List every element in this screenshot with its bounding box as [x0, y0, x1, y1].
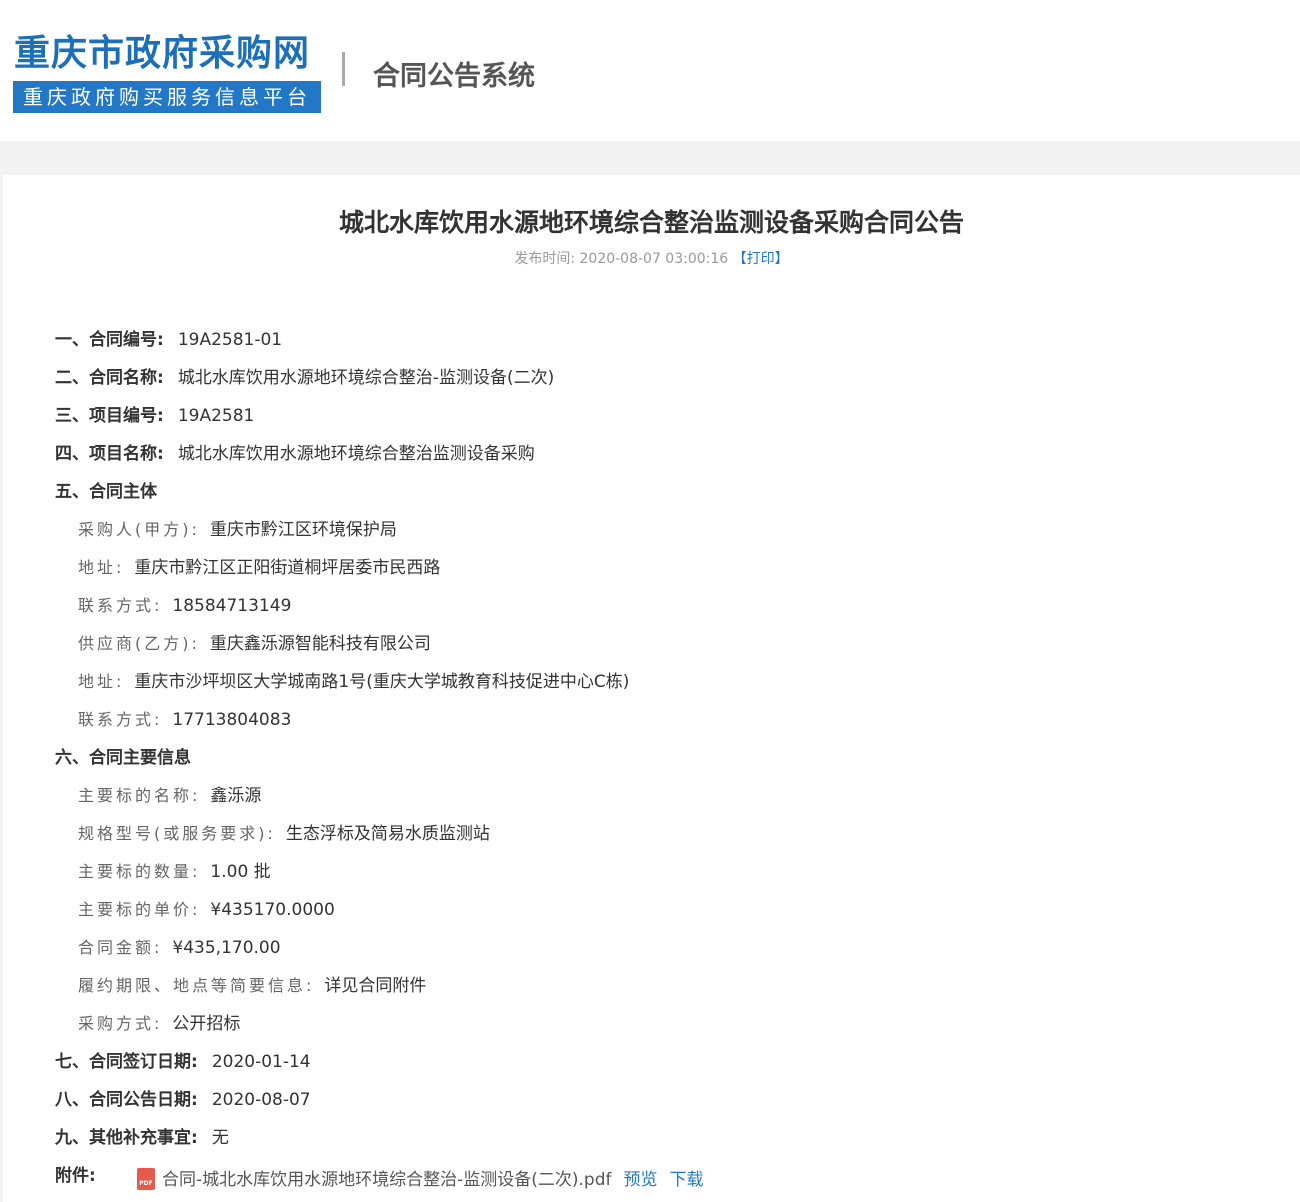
- field-buyer: 采购人(甲方): 重庆市黔江区环境保护局: [78, 518, 397, 542]
- field-value: 公开招标: [172, 1014, 241, 1034]
- field-supplier-address: 地址: 重庆市沙坪坝区大学城南路1号(重庆大学城教育科技促进中心C栋): [78, 670, 629, 694]
- publish-meta: 发布时间: 2020-08-07 03:00:16 【打印】: [3, 248, 1300, 268]
- field-label: 供应商(乙方):: [78, 634, 200, 653]
- field-value: 2020-01-14: [211, 1052, 311, 1072]
- field-buyer-contact: 联系方式: 18584713149: [78, 594, 291, 618]
- site-logo-subtitle: 重庆政府购买服务信息平台: [13, 81, 321, 113]
- field-contract-no: 一、合同编号: 19A2581-01: [55, 328, 282, 352]
- field-unit-price: 主要标的单价: ¥435170.0000: [78, 898, 335, 922]
- field-value: ¥435,170.00: [172, 938, 281, 958]
- field-value: 17713804083: [172, 710, 292, 730]
- publish-label: 发布时间:: [514, 251, 576, 267]
- field-value: 重庆市沙坪坝区大学城南路1号(重庆大学城教育科技促进中心C栋): [134, 672, 630, 692]
- field-value: 重庆鑫泺源智能科技有限公司: [209, 634, 431, 654]
- field-value: 城北水库饮用水源地环境综合整治监测设备采购: [177, 444, 535, 464]
- field-project-no: 三、项目编号: 19A2581: [55, 404, 254, 428]
- field-label: 地址:: [78, 558, 125, 577]
- header-divider: [342, 52, 345, 86]
- field-value: 重庆市黔江区正阳街道桐坪居委市民西路: [134, 558, 441, 578]
- field-label: 地址:: [78, 672, 125, 691]
- field-label: 一、合同编号:: [55, 330, 164, 350]
- page-title: 城北水库饮用水源地环境综合整治监测设备采购合同公告: [338, 208, 964, 237]
- field-label: 规格型号(或服务要求):: [78, 824, 276, 843]
- field-label: 主要标的名称:: [78, 786, 201, 805]
- field-value: 无: [211, 1128, 229, 1148]
- field-value: 生态浮标及简易水质监测站: [285, 824, 490, 844]
- field-method: 采购方式: 公开招标: [78, 1012, 240, 1036]
- field-supplier-contact: 联系方式: 17713804083: [78, 708, 291, 732]
- download-link[interactable]: 下载: [670, 1170, 704, 1190]
- attachment-file: 合同-城北水库饮用水源地环境综合整治-监测设备(二次).pdf 预览 下载: [162, 1168, 704, 1192]
- field-term: 履约期限、地点等简要信息: 详见合同附件: [78, 974, 426, 998]
- field-label: 联系方式:: [78, 596, 163, 615]
- field-sign-date: 七、合同签订日期: 2020-01-14: [55, 1050, 311, 1074]
- field-value: 城北水库饮用水源地环境综合整治-监测设备(二次): [177, 368, 555, 388]
- section-label: 六、合同主要信息: [55, 748, 191, 768]
- attachment-file-name[interactable]: 合同-城北水库饮用水源地环境综合整治-监测设备(二次).pdf: [162, 1170, 612, 1190]
- attachment-label: 附件:: [55, 1166, 96, 1186]
- field-value: 详见合同附件: [324, 976, 427, 996]
- site-logo-title[interactable]: 重庆市政府采购网: [14, 24, 310, 76]
- field-label: 采购人(甲方):: [78, 520, 200, 539]
- field-notice-date: 八、合同公告日期: 2020-08-07: [55, 1088, 311, 1112]
- field-label: 联系方式:: [78, 710, 163, 729]
- preview-link[interactable]: 预览: [624, 1170, 658, 1190]
- field-value: 2020-08-07: [211, 1090, 311, 1110]
- field-label: 主要标的数量:: [78, 862, 201, 881]
- field-label: 九、其他补充事宜:: [55, 1128, 198, 1148]
- field-amount: 合同金额: ¥435,170.00: [78, 936, 281, 960]
- field-label: 采购方式:: [78, 1014, 163, 1033]
- field-buyer-address: 地址: 重庆市黔江区正阳街道桐坪居委市民西路: [78, 556, 440, 580]
- field-value: 鑫泺源: [210, 786, 262, 806]
- pdf-icon-text: PDF: [139, 1180, 153, 1187]
- field-value: 19A2581-01: [177, 330, 283, 350]
- field-other: 九、其他补充事宜: 无: [55, 1126, 229, 1150]
- section-main-info: 六、合同主要信息: [55, 746, 191, 770]
- pdf-icon: PDF: [137, 1168, 155, 1190]
- field-label: 履约期限、地点等简要信息:: [78, 976, 315, 995]
- section-parties: 五、合同主体: [55, 480, 157, 504]
- field-supplier: 供应商(乙方): 重庆鑫泺源智能科技有限公司: [78, 632, 431, 656]
- field-contract-name: 二、合同名称: 城北水库饮用水源地环境综合整治-监测设备(二次): [55, 366, 554, 390]
- field-value: 1.00 批: [210, 862, 271, 882]
- field-label: 主要标的单价:: [78, 900, 201, 919]
- attachment-row: 附件:: [55, 1164, 96, 1188]
- field-label: 四、项目名称:: [55, 444, 164, 464]
- field-label: 二、合同名称:: [55, 368, 164, 388]
- section-label: 五、合同主体: [55, 482, 157, 502]
- field-label: 七、合同签订日期:: [55, 1052, 198, 1072]
- field-value: 重庆市黔江区环境保护局: [209, 520, 397, 540]
- field-item-name: 主要标的名称: 鑫泺源: [78, 784, 261, 808]
- print-link[interactable]: 【打印】: [733, 251, 789, 267]
- site-header: 重庆市政府采购网 重庆政府购买服务信息平台 合同公告系统: [0, 0, 1300, 141]
- field-value: ¥435170.0000: [210, 900, 335, 920]
- field-label: 三、项目编号:: [55, 406, 164, 426]
- field-spec: 规格型号(或服务要求): 生态浮标及简易水质监测站: [78, 822, 490, 846]
- field-label: 八、合同公告日期:: [55, 1090, 198, 1110]
- field-quantity: 主要标的数量: 1.00 批: [78, 860, 271, 884]
- field-label: 合同金额:: [78, 938, 163, 957]
- system-name: 合同公告系统: [373, 61, 535, 92]
- field-project-name: 四、项目名称: 城北水库饮用水源地环境综合整治监测设备采购: [55, 442, 535, 466]
- publish-time: 2020-08-07 03:00:16: [579, 251, 729, 267]
- field-value: 19A2581: [177, 406, 255, 426]
- field-value: 18584713149: [172, 596, 292, 616]
